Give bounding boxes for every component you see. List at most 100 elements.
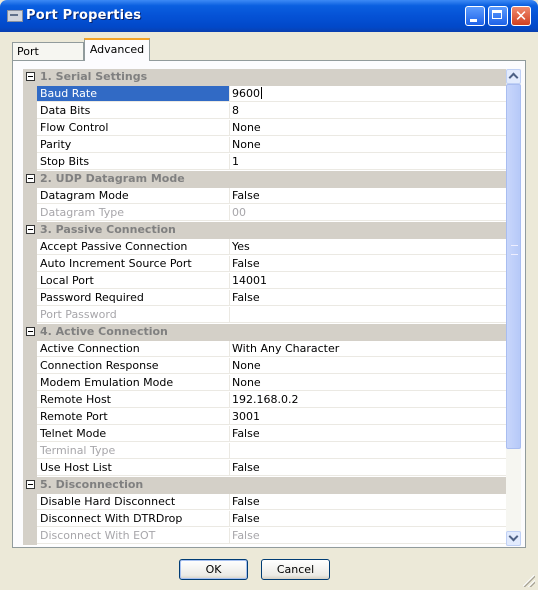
property-value[interactable]: 8 <box>230 103 506 119</box>
property-value[interactable]: False <box>230 188 506 204</box>
property-name: Parity <box>37 137 230 153</box>
property-row[interactable]: Port Password <box>23 307 506 324</box>
scroll-down-button[interactable] <box>506 531 521 546</box>
property-row[interactable]: Accept Passive Connection Yes <box>23 239 506 256</box>
property-value[interactable]: None <box>230 120 506 136</box>
property-name: Datagram Mode <box>37 188 230 204</box>
row-gutter <box>23 375 37 392</box>
category-row[interactable]: 2. UDP Datagram Mode <box>23 171 506 188</box>
property-row[interactable]: Remote Host 192.168.0.2 <box>23 392 506 409</box>
property-row[interactable]: Disable Hard Disconnect False <box>23 494 506 511</box>
property-row[interactable]: Remote Port 3001 <box>23 409 506 426</box>
property-value[interactable]: False <box>230 494 506 510</box>
category-label: 4. Active Connection <box>40 325 168 338</box>
property-value-text: False <box>232 257 260 270</box>
property-value[interactable]: False <box>230 528 506 544</box>
collapse-icon[interactable] <box>26 225 35 234</box>
property-value[interactable]: False <box>230 256 506 272</box>
property-name: Port Password <box>37 307 230 323</box>
property-value-text: 00 <box>232 206 246 219</box>
property-value[interactable]: 1 <box>230 154 506 170</box>
property-name: Accept Passive Connection <box>37 239 230 255</box>
property-row[interactable]: Use Host List False <box>23 460 506 477</box>
property-value[interactable]: False <box>230 426 506 442</box>
vertical-scrollbar[interactable] <box>506 69 521 546</box>
row-gutter <box>23 188 37 205</box>
property-row[interactable]: Baud Rate 9600 <box>23 86 506 103</box>
property-row[interactable]: Datagram Type 00 <box>23 205 506 222</box>
property-row[interactable]: Connection Response None <box>23 358 506 375</box>
row-gutter <box>23 171 37 188</box>
property-value-text: False <box>232 427 260 440</box>
property-row[interactable]: Parity None <box>23 137 506 154</box>
close-button[interactable]: ✕ <box>511 6 531 26</box>
maximize-button[interactable] <box>488 6 508 26</box>
property-row[interactable]: Modem Emulation Mode None <box>23 375 506 392</box>
category-row[interactable]: 1. Serial Settings <box>23 69 506 86</box>
port-properties-window: Port Properties ✕ Port Settings Advanced… <box>0 0 538 590</box>
property-value[interactable]: None <box>230 358 506 374</box>
property-value[interactable]: Yes <box>230 239 506 255</box>
scroll-thumb[interactable] <box>506 84 521 449</box>
property-value[interactable]: With Any Character <box>230 341 506 357</box>
scroll-up-button[interactable] <box>506 69 521 84</box>
property-row[interactable]: Disconnect With EOT False <box>23 528 506 545</box>
property-value[interactable]: None <box>230 137 506 153</box>
property-row[interactable]: Data Bits 8 <box>23 103 506 120</box>
collapse-icon[interactable] <box>26 480 35 489</box>
category-row[interactable]: 4. Active Connection <box>23 324 506 341</box>
row-gutter <box>23 358 37 375</box>
property-row[interactable]: Flow Control None <box>23 120 506 137</box>
row-gutter <box>23 494 37 511</box>
property-value[interactable]: 192.168.0.2 <box>230 392 506 408</box>
collapse-icon[interactable] <box>26 327 35 336</box>
row-gutter <box>23 273 37 290</box>
property-row[interactable]: Datagram Mode False <box>23 188 506 205</box>
category-row[interactable]: 3. Passive Connection <box>23 222 506 239</box>
ok-button[interactable]: OK <box>179 559 248 580</box>
property-row[interactable]: Auto Increment Source Port False <box>23 256 506 273</box>
property-value[interactable]: 14001 <box>230 273 506 289</box>
property-value[interactable]: False <box>230 511 506 527</box>
property-value-text: None <box>232 138 261 151</box>
property-name: Disconnect With DTRDrop <box>37 511 230 527</box>
row-gutter <box>23 426 37 443</box>
row-gutter <box>23 528 37 545</box>
property-row[interactable]: Telnet Mode False <box>23 426 506 443</box>
row-gutter <box>23 103 37 120</box>
property-value[interactable]: 9600 <box>230 86 506 102</box>
property-value-text: Yes <box>232 240 250 253</box>
property-value[interactable] <box>230 443 506 459</box>
property-grid: 1. Serial Settings Baud Rate 9600 Data Bits… <box>23 69 506 546</box>
collapse-icon[interactable] <box>26 174 35 183</box>
cancel-button[interactable]: Cancel <box>261 559 330 580</box>
row-gutter <box>23 307 37 324</box>
category-label: 1. Serial Settings <box>40 70 148 83</box>
property-row[interactable]: Stop Bits 1 <box>23 154 506 171</box>
property-value-text: False <box>232 495 260 508</box>
resize-grip-icon[interactable] <box>523 575 535 587</box>
category-row[interactable]: 5. Disconnection <box>23 477 506 494</box>
tab-port-settings[interactable]: Port Settings <box>12 42 84 71</box>
property-row[interactable]: Terminal Type <box>23 443 506 460</box>
property-value[interactable]: False <box>230 460 506 476</box>
property-value[interactable]: 00 <box>230 205 506 221</box>
property-name: Password Required <box>37 290 230 306</box>
row-gutter <box>23 120 37 137</box>
property-value-text: None <box>232 121 261 134</box>
property-value[interactable]: False <box>230 290 506 306</box>
minimize-button[interactable] <box>465 6 485 26</box>
property-row[interactable]: Local Port 14001 <box>23 273 506 290</box>
property-row[interactable]: Active Connection With Any Character <box>23 341 506 358</box>
collapse-icon[interactable] <box>26 72 35 81</box>
property-value-text: False <box>232 461 260 474</box>
property-value[interactable]: 3001 <box>230 409 506 425</box>
property-row[interactable]: Password Required False <box>23 290 506 307</box>
tab-advanced[interactable]: Advanced <box>84 38 150 61</box>
property-value[interactable] <box>230 307 506 323</box>
title-bar[interactable]: Port Properties ✕ <box>0 0 538 32</box>
property-value-text: None <box>232 359 261 372</box>
property-value-text: False <box>232 291 260 304</box>
property-row[interactable]: Disconnect With DTRDrop False <box>23 511 506 528</box>
property-value[interactable]: None <box>230 375 506 391</box>
